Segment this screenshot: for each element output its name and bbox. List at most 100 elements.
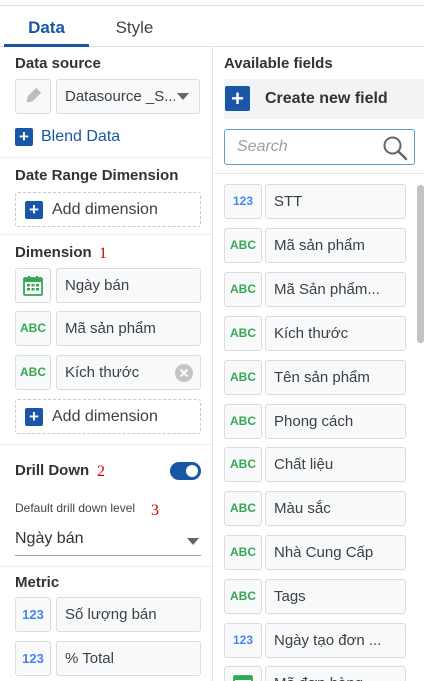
metric-chip[interactable]: Số lượng bán [56,597,201,632]
plus-icon: + [15,128,33,146]
field-name: Mã đơn hàng [265,666,406,681]
field-name: Nhà Cung Cấp [265,535,406,570]
add-date-range-dimension-button[interactable]: + Add dimension [15,192,201,227]
data-source-title: Data source [15,55,101,72]
field-item[interactable]: ABC Phong cách [224,404,406,439]
pencil-icon [26,87,42,103]
metric-title: Metric [15,574,60,591]
column-divider [212,47,213,681]
dimension-label: Kích thước [65,364,140,381]
fields-scrollbar[interactable] [417,185,424,343]
text-type-badge: ABC [224,491,262,526]
dimension-label: Ngày bán [65,277,130,294]
available-fields-list: 123 STT ABC Mã sản phẩm ABC Mã Sản phẩm.… [214,173,424,681]
add-dimension-label: Add dimension [52,201,158,218]
metric-label: % Total [65,650,114,667]
date-range-title: Date Range Dimension [15,167,179,184]
drill-down-level-select[interactable]: Ngày bán [15,528,201,556]
create-new-field-label: Create new field [265,90,388,107]
section-divider [0,566,212,567]
text-type-badge: ABC [224,579,262,614]
field-item[interactable]: ABC Chất liệu [224,447,406,482]
tab-data[interactable]: Data [4,8,89,47]
plus-icon: + [225,86,250,111]
dimension-title: Dimension [15,244,92,261]
toggle-knob [186,465,198,477]
annotation-3: 3 [151,502,159,519]
text-type-badge: ABC [224,404,262,439]
field-name: Ngày tạo đơn ... [265,623,406,658]
field-item[interactable]: 123 STT [224,184,406,219]
search-input[interactable] [237,136,377,158]
field-item[interactable]: ABC Kích thước [224,316,406,351]
annotation-1: 1 [99,245,107,262]
dimension-chip[interactable]: Mã sản phẩm [56,311,201,346]
date-type-badge [15,268,51,303]
section-divider [0,444,212,445]
plus-icon: + [25,408,43,426]
datasource-select[interactable]: Datasource _S... [56,79,200,114]
number-type-badge: 123 [224,184,262,219]
field-name: Tên sản phẩm [265,360,406,395]
text-type-badge: ABC [224,316,262,351]
datasource-name: Datasource _S... [65,88,175,105]
field-name: Kích thước [265,316,406,351]
tab-style[interactable]: Style [92,8,177,47]
plus-icon: + [25,201,43,219]
field-name: Mã Sản phẩm... [265,272,406,307]
calendar-icon [233,675,253,681]
drill-down-toggle[interactable] [170,462,201,480]
field-item[interactable]: 123 Ngày tạo đơn ... [224,623,406,658]
field-name: Chất liệu [265,447,406,482]
drill-down-title: Drill Down [15,462,90,479]
dimension-label: Mã sản phẩm [65,320,156,337]
field-item[interactable]: ABC Tên sản phẩm [224,360,406,395]
panel-tabs: Data Style [0,8,424,47]
drill-down-level-value: Ngày bán [15,530,84,547]
text-type-badge: ABC [224,228,262,263]
field-name: Phong cách [265,404,406,439]
text-type-badge: ABC [224,272,262,307]
field-item[interactable]: ABC Mã Sản phẩm... [224,272,406,307]
add-dimension-label: Add dimension [52,408,158,425]
number-type-badge: 123 [224,623,262,658]
field-item[interactable]: ABC Mã sản phẩm [224,228,406,263]
field-item[interactable]: ABC Tags [224,579,406,614]
field-item[interactable]: ABC Màu sắc [224,491,406,526]
text-type-badge: ABC [224,447,262,482]
text-type-badge: ABC [224,535,262,570]
blend-data-button[interactable]: + Blend Data [15,127,155,147]
field-name: Màu sắc [265,491,406,526]
metric-label: Số lượng bán [65,606,157,623]
number-type-badge: 123 [15,641,51,676]
number-type-badge: 123 [15,597,51,632]
annotation-2: 2 [97,463,105,480]
add-dimension-button[interactable]: + Add dimension [15,399,201,434]
section-divider [0,234,212,235]
chevron-down-icon [177,93,189,100]
chevron-down-icon [187,538,199,545]
text-type-badge: ABC [224,360,262,395]
field-search [224,129,415,165]
section-divider [0,157,212,158]
available-fields-title: Available fields [224,55,333,72]
dimension-chip[interactable]: Kích thước [56,355,201,390]
field-name: STT [265,184,406,219]
dimension-chip[interactable]: Ngày bán [56,268,201,303]
field-name: Tags [265,579,406,614]
blend-data-label: Blend Data [41,128,121,145]
drill-down-level-label: Default drill down level [15,501,136,515]
create-new-field-button[interactable]: + Create new field [224,79,424,119]
text-type-badge: ABC [15,311,51,346]
calendar-icon [23,276,43,296]
search-icon[interactable] [382,135,408,161]
text-type-badge: ABC [15,355,51,390]
field-name: Mã sản phẩm [265,228,406,263]
field-item[interactable]: ABC Nhà Cung Cấp [224,535,406,570]
edit-datasource-button[interactable] [15,79,51,114]
top-divider [0,0,424,6]
metric-chip[interactable]: % Total [56,641,201,676]
date-type-badge [224,666,262,681]
remove-icon[interactable] [174,363,194,383]
field-item[interactable]: Mã đơn hàng [224,666,406,681]
